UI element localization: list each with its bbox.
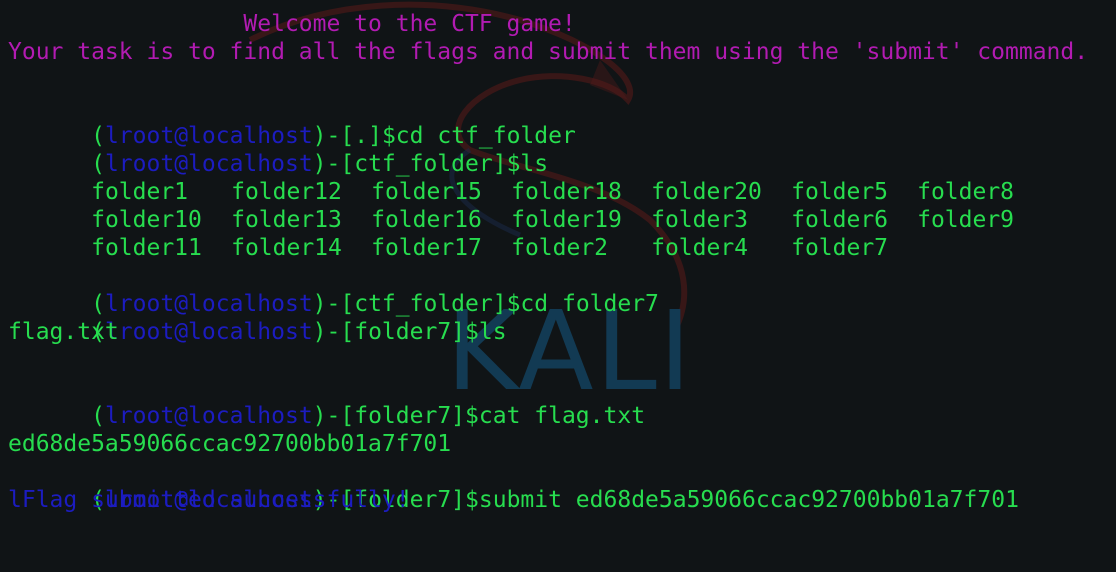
ls-entry: folder17 [371,235,482,261]
ls-entry: folder1 [91,179,189,205]
prompt-dash-bracket: -[ [326,123,355,149]
prompt-line: (lroot@localhost)-[folder7]$cat flag.txt [8,374,1116,429]
prompt-line: (lroot@localhost)-[.]$cd ctf_folder [8,94,1116,149]
ls-entry: folder16 [371,207,482,233]
ls-entry: folder6 [791,207,889,233]
prompt-command: $cat flag.txt [465,403,646,429]
terminal-output: Welcome to the CTF game! Your task is to… [0,0,1116,572]
prompt-user: lroot@localhost [104,319,313,345]
prompt-dash-bracket: -[ [326,403,355,429]
prompt-close-bracket: ] [368,123,382,149]
prompt-dir: . [354,123,369,149]
prompt-command: $ls [506,151,549,177]
prompt-open-paren: ( [91,123,105,149]
prompt-open-paren: ( [91,291,105,317]
ls-entry: folder14 [231,235,342,261]
prompt-command: $cd folder7 [506,291,659,317]
ls-entry: folder4 [651,235,749,261]
prompt-dir: ctf_folder [354,291,493,317]
prompt-close-bracket: ] [492,151,507,177]
prompt-close-bracket: ] [492,291,507,317]
prompt-close-bracket: ] [451,319,466,345]
prompt-line: (lroot@localhost)-[folder7]$submit ed68d… [8,458,1116,513]
prompt-dash-bracket: -[ [326,151,355,177]
ls-entry: folder7 [791,235,889,261]
prompt-user: lroot@localhost [104,123,313,149]
ls-entry: folder2 [511,235,609,261]
welcome-banner: Welcome to the CTF game! [8,11,576,37]
ls-entry: folder12 [231,179,342,205]
ls-entry: folder15 [371,179,482,205]
prompt-command: $submit ed68de5a59066ccac92700bb01a7f701 [465,487,1019,513]
prompt-open-paren: ( [91,403,105,429]
ls-entry: folder19 [511,207,622,233]
ls-entry: folder18 [511,179,622,205]
prompt-dash-bracket: -[ [326,319,355,345]
prompt-user: lroot@localhost [104,403,313,429]
prompt-close-paren: ) [312,123,327,149]
prompt-user: lroot@localhost [104,291,313,317]
ls-entry: folder3 [651,207,749,233]
ls-entry: folder11 [91,235,202,261]
terminal-window[interactable]: KALI Welcome to the CTF game! Your task … [0,0,1116,572]
flag-value: ed68de5a59066ccac92700bb01a7f701 [8,431,452,457]
ls-entry: folder9 [917,207,1015,233]
prompt-dir: ctf_folder [354,151,493,177]
task-banner: Your task is to find all the flags and s… [8,39,1089,65]
prompt-close-paren: ) [312,151,327,177]
prompt-dash-bracket: -[ [326,291,355,317]
prompt-command: $cd ctf_folder [381,123,576,149]
prompt-close-bracket: ] [451,487,466,513]
prompt-close-paren: ) [312,291,327,317]
prompt-line: (lroot@localhost)-[ctf_folder]$cd folder… [8,262,1116,317]
prompt-close-bracket: ] [451,403,466,429]
prompt-user: lroot@localhost [104,151,313,177]
ls-entry: folder5 [791,179,889,205]
prompt-dir: folder7 [354,319,452,345]
prompt-open-paren: ( [91,151,105,177]
ls-entry: folder20 [651,179,762,205]
ls-entry: folder8 [917,179,1015,205]
prompt-close-paren: ) [312,403,327,429]
prompt-command: $ls [465,319,507,345]
ls-entry: folder13 [231,207,342,233]
ls-entry: folder10 [91,207,202,233]
active-prompt-line[interactable]: (lroot@localhost)-[folder7]$_ [8,542,1116,572]
prompt-dir: folder7 [354,403,452,429]
prompt-close-paren: ) [312,319,327,345]
